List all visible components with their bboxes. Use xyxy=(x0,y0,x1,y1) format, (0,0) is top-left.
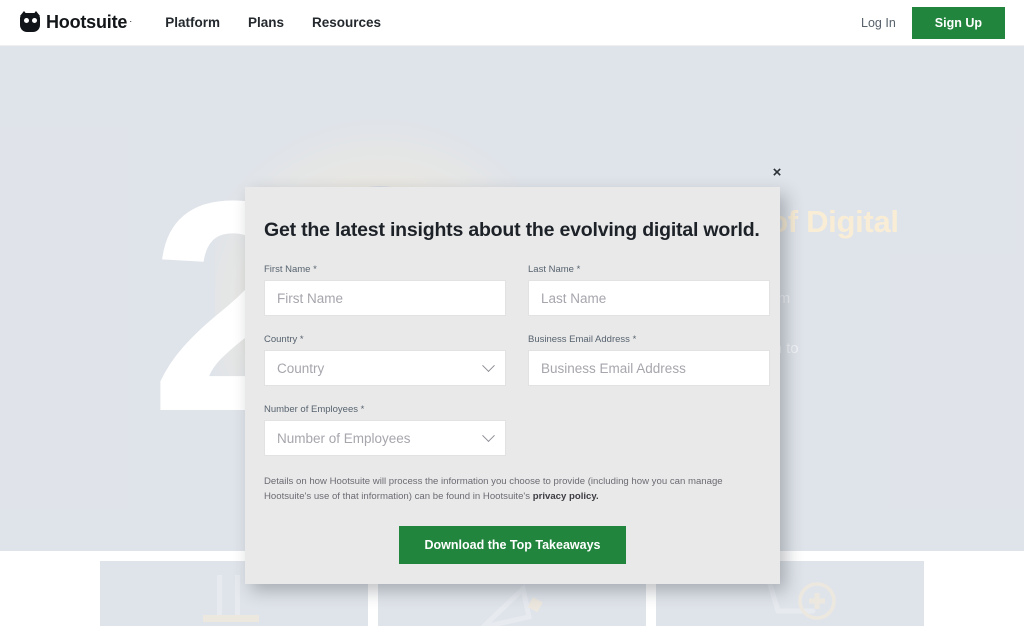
business-email-input[interactable]: Business Email Address xyxy=(528,350,770,386)
label-country: Country * xyxy=(264,334,506,345)
field-country: Country * Country xyxy=(264,334,506,386)
lead-capture-form: First Name * First Name Last Name * Last… xyxy=(264,264,770,456)
page-root: 20 The Global State of Digital …ll thing… xyxy=(0,0,1024,626)
owl-logo-icon xyxy=(20,11,40,32)
country-select[interactable]: Country xyxy=(264,350,506,386)
site-header: Hootsuite · Platform Plans Resources Log… xyxy=(0,0,1024,46)
label-first-name: First Name * xyxy=(264,264,506,275)
privacy-disclaimer-text: Details on how Hootsuite will process th… xyxy=(264,476,723,502)
label-first-name-text: First Name xyxy=(264,264,311,275)
required-marker: * xyxy=(299,334,304,345)
brand-logo[interactable]: Hootsuite · xyxy=(20,11,133,33)
label-last-name: Last Name * xyxy=(528,264,770,275)
number-of-employees-value: Number of Employees xyxy=(277,430,411,446)
brand-name: Hootsuite xyxy=(46,12,128,32)
label-business-email: Business Email Address * xyxy=(528,334,770,345)
modal-title: Get the latest insights about the evolvi… xyxy=(264,219,760,241)
download-takeaways-button[interactable]: Download the Top Takeaways xyxy=(398,526,627,564)
nav-item-platform[interactable]: Platform xyxy=(165,15,220,30)
brand-trademark: · xyxy=(129,16,133,26)
nav-item-resources[interactable]: Resources xyxy=(312,15,381,30)
close-icon[interactable]: × xyxy=(768,163,786,181)
field-first-name: First Name * First Name xyxy=(264,264,506,316)
lead-capture-modal: Get the latest insights about the evolvi… xyxy=(245,187,780,584)
chevron-down-icon xyxy=(482,358,495,372)
privacy-disclaimer: Details on how Hootsuite will process th… xyxy=(264,474,769,504)
nav-item-plans[interactable]: Plans xyxy=(248,15,284,30)
main-navigation: Platform Plans Resources xyxy=(165,15,381,30)
label-number-of-employees: Number of Employees * xyxy=(264,404,506,415)
submit-row: Download the Top Takeaways xyxy=(245,526,780,564)
form-row-2: Country * Country Business Email Address… xyxy=(264,334,770,386)
form-row-3: Number of Employees * Number of Employee… xyxy=(264,404,770,456)
form-row-1: First Name * First Name Last Name * Last… xyxy=(264,264,770,316)
login-link[interactable]: Log In xyxy=(861,16,896,30)
label-country-text: Country xyxy=(264,334,298,345)
label-last-name-text: Last Name xyxy=(528,264,574,275)
required-marker: * xyxy=(313,264,317,275)
label-number-of-employees-text: Number of Employees xyxy=(264,404,358,415)
field-last-name: Last Name * Last Name xyxy=(528,264,770,316)
signup-button[interactable]: Sign Up xyxy=(911,6,1005,39)
label-business-email-text: Business Email Address xyxy=(528,334,630,345)
required-marker: * xyxy=(360,404,365,415)
required-marker: * xyxy=(576,264,581,275)
chevron-down-icon xyxy=(482,428,495,442)
field-number-of-employees: Number of Employees * Number of Employee… xyxy=(264,404,506,456)
required-marker: * xyxy=(632,334,637,345)
first-name-input[interactable]: First Name xyxy=(264,280,506,316)
last-name-input[interactable]: Last Name xyxy=(528,280,770,316)
privacy-policy-link[interactable]: privacy policy. xyxy=(533,491,599,502)
header-actions: Log In Sign Up xyxy=(861,6,1005,39)
field-business-email: Business Email Address * Business Email … xyxy=(528,334,770,386)
number-of-employees-select[interactable]: Number of Employees xyxy=(264,420,506,456)
country-select-value: Country xyxy=(277,360,325,376)
